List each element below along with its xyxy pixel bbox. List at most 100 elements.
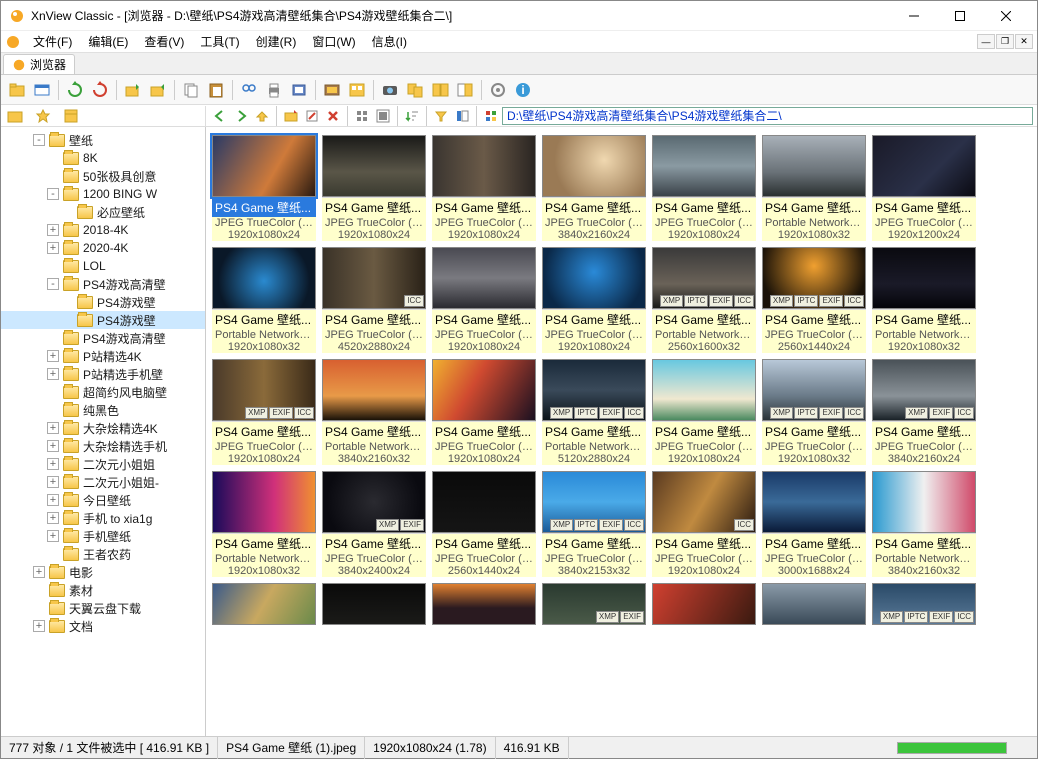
tree-item[interactable]: PS4游戏高清壁 (1, 329, 205, 347)
scan-button[interactable] (287, 78, 311, 102)
thumbnail-image[interactable]: ICC (322, 247, 426, 309)
stop-button[interactable] (88, 78, 112, 102)
thumbnail-image[interactable]: ICC (652, 471, 756, 533)
thumbnail-item[interactable] (652, 583, 756, 625)
expand-icon[interactable]: + (47, 440, 59, 452)
tree-item[interactable]: 8K (1, 149, 205, 167)
open-button[interactable] (5, 78, 29, 102)
thumbnail-item[interactable]: PS4 Game 壁纸...JPEG TrueColor (v1.11920x1… (872, 135, 976, 241)
paste-button[interactable] (204, 78, 228, 102)
thumbnail-item[interactable]: PS4 Game 壁纸...JPEG TrueColor (v1.11920x1… (652, 359, 756, 465)
expand-icon[interactable]: + (33, 566, 45, 578)
thumbnail-image[interactable]: XMPEXIF (542, 583, 646, 625)
thumbnail-image[interactable] (212, 583, 316, 625)
expand-icon[interactable]: + (47, 512, 59, 524)
expand-icon[interactable]: + (47, 224, 59, 236)
copy-button[interactable] (179, 78, 203, 102)
mdi-close-button[interactable]: ✕ (1015, 34, 1033, 49)
thumbnail-item[interactable]: XMPEXIFICCPS4 Game 壁纸...JPEG TrueColor (… (872, 359, 976, 465)
filter-button[interactable] (431, 106, 451, 126)
tag-button[interactable] (481, 106, 501, 126)
thumbnail-image[interactable] (432, 359, 536, 421)
tree-item[interactable]: +大杂烩精选4K (1, 419, 205, 437)
tree-item[interactable]: +大杂烩精选手机 (1, 437, 205, 455)
menu-item[interactable]: 信息(I) (364, 33, 415, 51)
thumbnail-panel[interactable]: PS4 Game 壁纸...JPEG TrueColor (v1.11920x1… (206, 127, 1037, 736)
expand-icon[interactable]: + (47, 350, 59, 362)
thumbnail-item[interactable]: PS4 Game 壁纸...Portable Network Gr...3840… (872, 471, 976, 577)
tree-item[interactable]: +手机 to xia1g (1, 509, 205, 527)
expand-icon[interactable]: + (47, 242, 59, 254)
thumbnail-image[interactable] (762, 583, 866, 625)
thumbnail-image[interactable] (762, 135, 866, 197)
thumbnail-image[interactable] (652, 359, 756, 421)
import-button[interactable] (121, 78, 145, 102)
expand-icon[interactable]: + (47, 476, 59, 488)
expand-icon[interactable]: + (47, 422, 59, 434)
thumbnail-image[interactable] (652, 583, 756, 625)
thumbnail-item[interactable]: PS4 Game 壁纸...JPEG TrueColor (v1.11920x1… (652, 135, 756, 241)
thumbnail-image[interactable]: XMPIPTCEXIFICC (762, 359, 866, 421)
thumbnail-image[interactable] (872, 135, 976, 197)
thumbnail-item[interactable]: XMPIPTCEXIFICCPS4 Game 壁纸...Portable Net… (652, 247, 756, 353)
sort-button[interactable] (402, 106, 422, 126)
thumbnail-item[interactable]: PS4 Game 壁纸...JPEG TrueColor (v1.13000x1… (762, 471, 866, 577)
collapse-icon[interactable]: - (47, 188, 59, 200)
thumbnail-item[interactable]: XMPEXIF (542, 583, 646, 625)
search-button[interactable] (237, 78, 261, 102)
thumbnail-image[interactable]: XMPIPTCEXIFICC (652, 247, 756, 309)
path-input[interactable] (502, 107, 1033, 125)
thumbnail-image[interactable] (652, 135, 756, 197)
tree-item[interactable]: +手机壁纸 (1, 527, 205, 545)
tree-item[interactable]: PS4游戏壁 (1, 293, 205, 311)
thumbnail-image[interactable] (432, 247, 536, 309)
thumbnail-item[interactable]: PS4 Game 壁纸...JPEG TrueColor (v1.11920x1… (432, 135, 536, 241)
maximize-button[interactable] (937, 1, 983, 31)
thumbnail-image[interactable]: XMPIPTCEXIFICC (542, 359, 646, 421)
up-button[interactable] (252, 106, 272, 126)
expand-icon[interactable]: + (47, 530, 59, 542)
collapse-icon[interactable]: - (47, 278, 59, 290)
tree-item[interactable]: 素材 (1, 581, 205, 599)
tree-item[interactable]: +今日壁纸 (1, 491, 205, 509)
compare-button[interactable] (453, 78, 477, 102)
menu-item[interactable]: 编辑(E) (80, 33, 136, 51)
thumbnail-image[interactable] (212, 471, 316, 533)
export-button[interactable] (146, 78, 170, 102)
mdi-restore-button[interactable]: ❐ (996, 34, 1014, 49)
thumbnail-item[interactable]: XMPIPTCEXIFICCPS4 Game 壁纸...Portable Net… (542, 359, 646, 465)
thumbnail-item[interactable] (432, 583, 536, 625)
tree-item[interactable]: +2020-4K (1, 239, 205, 257)
menu-item[interactable]: 窗口(W) (304, 33, 363, 51)
minimize-button[interactable] (891, 1, 937, 31)
thumbnail-item[interactable]: XMPIPTCEXIFICCPS4 Game 壁纸...JPEG TrueCol… (762, 247, 866, 353)
tree-item[interactable]: 必应壁纸 (1, 203, 205, 221)
tree-item[interactable]: -1200 BING W (1, 185, 205, 203)
menu-item[interactable]: 查看(V) (136, 33, 192, 51)
settings-button[interactable] (486, 78, 510, 102)
tree-item[interactable]: +P站精选4K (1, 347, 205, 365)
folders-tab-button[interactable] (5, 106, 25, 126)
delete-button[interactable] (323, 106, 343, 126)
thumbnail-image[interactable] (212, 135, 316, 197)
favorites-button[interactable] (33, 106, 53, 126)
tree-item[interactable]: +2018-4K (1, 221, 205, 239)
layout-button[interactable] (452, 106, 472, 126)
thumbnail-item[interactable]: PS4 Game 壁纸...Portable Network Gr...1920… (762, 135, 866, 241)
tree-item[interactable]: +二次元小姐姐 (1, 455, 205, 473)
thumbnail-image[interactable] (322, 135, 426, 197)
thumbnail-item[interactable]: PS4 Game 壁纸...Portable Network Gr...1920… (212, 471, 316, 577)
thumbnail-image[interactable]: XMPIPTCEXIFICC (762, 247, 866, 309)
tree-item[interactable]: 50张极具创意 (1, 167, 205, 185)
thumbnail-item[interactable]: XMPIPTCEXIFICCPS4 Game 壁纸...JPEG TrueCol… (762, 359, 866, 465)
thumbnail-image[interactable] (872, 247, 976, 309)
thumbnail-item[interactable]: XMPEXIFICCPS4 Game 壁纸...JPEG TrueColor (… (212, 359, 316, 465)
rename-button[interactable] (302, 106, 322, 126)
webpage-button[interactable] (345, 78, 369, 102)
thumbnail-image[interactable]: XMPEXIF (322, 471, 426, 533)
thumbnail-item[interactable]: XMPEXIFPS4 Game 壁纸...JPEG TrueColor (v1.… (322, 471, 426, 577)
thumbnail-item[interactable]: PS4 Game 壁纸...Portable Network Gr...1920… (872, 247, 976, 353)
tree-item[interactable]: +文档 (1, 617, 205, 635)
thumbnail-image[interactable] (322, 359, 426, 421)
thumbnail-image[interactable] (872, 471, 976, 533)
